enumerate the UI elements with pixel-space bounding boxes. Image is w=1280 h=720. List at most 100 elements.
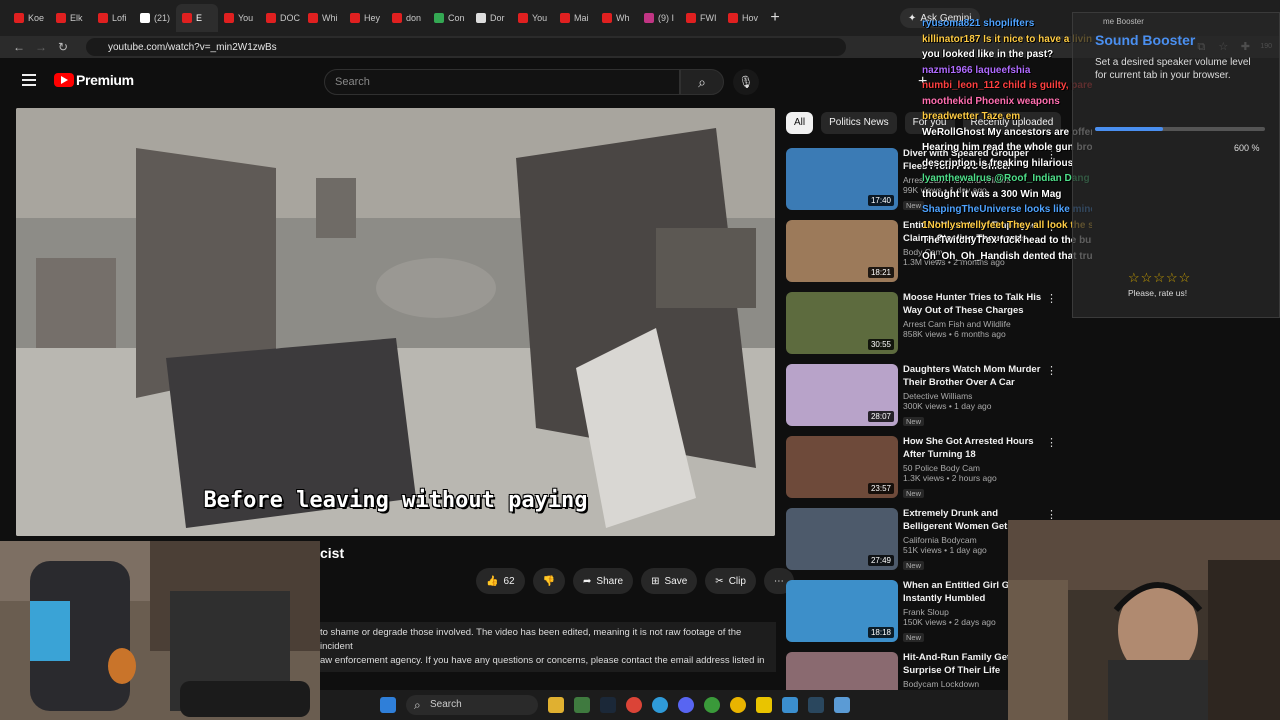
tab-favicon-icon	[434, 13, 444, 23]
forward-icon[interactable]: →	[30, 40, 52, 54]
duration-badge: 17:40	[867, 195, 894, 206]
recommendation-thumbnail[interactable]: 18:21	[786, 220, 898, 282]
windows-start-icon[interactable]	[380, 697, 396, 713]
tab-label: (21)	[154, 13, 171, 23]
search-icon[interactable]: ⌕	[680, 69, 724, 95]
like-button[interactable]: 👍 62	[476, 568, 525, 594]
video-player[interactable]: Before leaving without paying	[16, 108, 775, 536]
youtube-logo-icon[interactable]	[54, 73, 74, 87]
tab-label: Con	[448, 13, 465, 23]
tab-favicon-icon	[182, 13, 192, 23]
browser-tab[interactable]: Elk	[50, 4, 92, 32]
recommendation-item[interactable]: 28:07 Daughters Watch Mom Murder Their Br…	[786, 362, 1066, 434]
view-stats: 300K views • 1 day ago	[903, 401, 992, 411]
youtube-brand[interactable]: Premium	[76, 72, 134, 88]
browser-tab[interactable]: E	[176, 4, 218, 32]
more-vert-icon[interactable]: ⋮	[1046, 292, 1057, 305]
tab-favicon-icon	[518, 13, 528, 23]
edge-icon[interactable]	[652, 697, 668, 713]
chat-message: you looked like in the past?	[922, 49, 1054, 60]
save-button[interactable]: ⊞ Save	[641, 568, 698, 594]
browser-icon[interactable]	[730, 697, 746, 713]
file-explorer-icon[interactable]	[548, 697, 564, 713]
tab-label: Whi	[322, 13, 338, 23]
tab-label: Hov	[742, 13, 759, 23]
filter-chip[interactable]: All	[786, 112, 814, 134]
more-vert-icon[interactable]: ⋮	[1046, 436, 1057, 449]
browser-tab[interactable]: Con	[428, 4, 470, 32]
channel-name[interactable]: Arrest Cam Fish and Wildlife	[903, 319, 1043, 329]
microphone-icon[interactable]: 🎙	[733, 69, 759, 95]
volume-slider-fill	[1095, 127, 1163, 131]
address-bar[interactable]: youtube.com/watch?v=_min2W1zwBs	[86, 38, 846, 56]
tab-label: Mai	[574, 13, 589, 23]
recommendation-thumbnail[interactable]: 28:07	[786, 364, 898, 426]
recommendation-title[interactable]: Daughters Watch Mom Murder Their Brother…	[903, 363, 1043, 389]
address-url: youtube.com/watch?v=_min2W1zwBs	[108, 41, 277, 53]
view-stats: 858K views • 6 months ago	[903, 329, 1006, 339]
dislike-button[interactable]: 👎	[532, 568, 566, 594]
clip-button[interactable]: ✂ Clip	[705, 568, 756, 594]
browser-tab[interactable]: FWI	[680, 4, 722, 32]
tab-label: E	[196, 13, 203, 23]
recommendation-thumbnail[interactable]: 23:57	[786, 436, 898, 498]
thumbs-up-icon: 👍	[486, 575, 499, 587]
clip-label: Clip	[728, 575, 746, 587]
browser-tab[interactable]: Hov	[722, 4, 764, 32]
discord-icon[interactable]	[678, 697, 694, 713]
channel-name[interactable]: 50 Police Body Cam	[903, 463, 1043, 473]
recommendation-title[interactable]: How She Got Arrested Hours After Turning…	[903, 435, 1043, 461]
reload-icon[interactable]: ↻	[52, 40, 74, 54]
browser-tab[interactable]: (9) I	[638, 4, 680, 32]
chat-message: description is freaking hilarious	[922, 157, 1074, 169]
app-icon[interactable]	[782, 697, 798, 713]
chat-message: 1Nonlysmellyfeet They all look the same	[922, 219, 1092, 231]
duration-badge: 28:07	[867, 411, 894, 422]
browser-tab[interactable]: (21)	[134, 4, 176, 32]
tab-favicon-icon	[56, 13, 66, 23]
steam-icon[interactable]	[600, 697, 616, 713]
browser-tab[interactable]: Hey	[344, 4, 386, 32]
app-icon[interactable]	[574, 697, 590, 713]
app-icon[interactable]	[834, 697, 850, 713]
recommendation-meta: How She Got Arrested Hours After Turning…	[903, 435, 1043, 501]
chrome-icon[interactable]	[626, 697, 642, 713]
rating-stars[interactable]: ☆☆☆☆☆	[1128, 270, 1191, 286]
tab-label: DOC	[280, 13, 300, 23]
filter-chip[interactable]: Politics News	[821, 112, 897, 134]
browser-tab[interactable]: Koe	[8, 4, 50, 32]
video-description[interactable]: to shame or degrade those involved. The …	[316, 622, 776, 672]
browser-tab[interactable]: Whi	[302, 4, 344, 32]
browser-tab[interactable]: Wh	[596, 4, 638, 32]
recommendation-thumbnail[interactable]: 27:49	[786, 508, 898, 570]
task-icon[interactable]	[756, 697, 772, 713]
recommendation-title[interactable]: Moose Hunter Tries to Talk His Way Out o…	[903, 291, 1043, 317]
taskbar-search[interactable]: Search	[406, 695, 538, 715]
back-icon[interactable]: ←	[8, 40, 30, 54]
browser-tab[interactable]: You	[218, 4, 260, 32]
new-badge: New	[903, 201, 925, 210]
recommendation-item[interactable]: 23:57 How She Got Arrested Hours After Tu…	[786, 434, 1066, 506]
browser-tab[interactable]: DOC	[260, 4, 302, 32]
browser-tab[interactable]: don	[386, 4, 428, 32]
recommendation-thumbnail[interactable]: 30:55	[786, 292, 898, 354]
search-input[interactable]: Search	[324, 69, 680, 95]
chat-message: moothekid Phoenix weapons	[922, 95, 1060, 107]
xbox-icon[interactable]	[704, 697, 720, 713]
menu-icon[interactable]	[22, 74, 36, 86]
browser-tab[interactable]: Dor	[470, 4, 512, 32]
browser-tab[interactable]: You	[512, 4, 554, 32]
recommendation-thumbnail[interactable]: 17:40	[786, 148, 898, 210]
channel-name[interactable]: Detective Williams	[903, 391, 1043, 401]
more-vert-icon[interactable]: ⋮	[1046, 364, 1057, 377]
tab-favicon-icon	[602, 13, 612, 23]
recommendation-item[interactable]: 30:55 Moose Hunter Tries to Talk His Way …	[786, 290, 1066, 362]
volume-slider[interactable]	[1095, 127, 1265, 131]
share-button[interactable]: ➦ Share	[573, 568, 634, 594]
browser-tab[interactable]: Lofi	[92, 4, 134, 32]
steam-icon[interactable]	[808, 697, 824, 713]
chat-message: thought it was a 300 Win Mag	[922, 188, 1062, 200]
new-tab-button[interactable]: +	[764, 9, 786, 27]
browser-tab[interactable]: Mai	[554, 4, 596, 32]
recommendation-thumbnail[interactable]: 18:18	[786, 580, 898, 642]
